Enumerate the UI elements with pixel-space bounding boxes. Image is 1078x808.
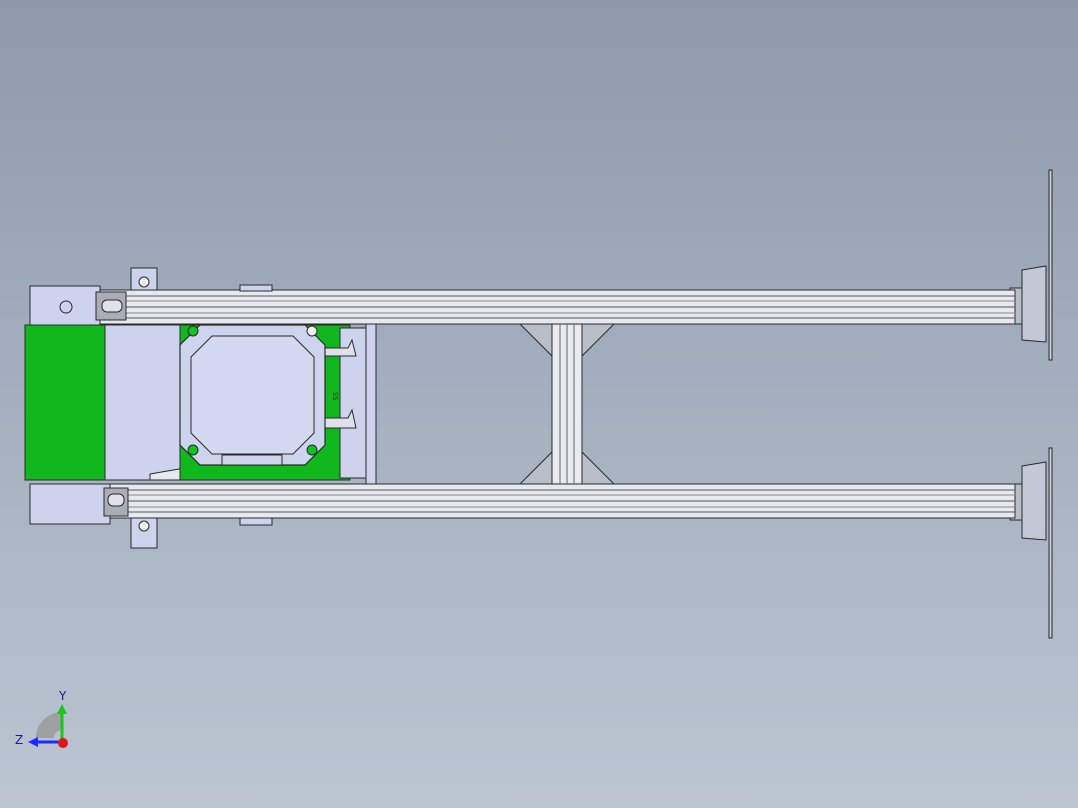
axis-triad[interactable]: Y Z <box>15 689 68 748</box>
motor-engraving: SS <box>331 392 339 400</box>
end-plate-bottom[interactable] <box>1009 447 1053 639</box>
x-axis-icon <box>58 738 68 748</box>
cad-viewport[interactable]: SS Y Z <box>0 0 1078 808</box>
motor-flange[interactable]: SS <box>179 324 339 466</box>
clamp-bottom[interactable] <box>130 517 273 549</box>
clamp-top[interactable] <box>130 267 273 292</box>
top-rail[interactable] <box>94 289 1016 325</box>
y-axis-label: Y <box>58 689 67 703</box>
cad-model-drawing[interactable]: SS Y Z <box>0 0 1078 808</box>
green-guard-plate[interactable] <box>24 324 186 481</box>
end-plate-top[interactable] <box>1009 169 1053 361</box>
z-axis-label: Z <box>15 733 23 747</box>
left-mount-block-top[interactable] <box>29 285 127 327</box>
bottom-rail[interactable] <box>94 483 1016 519</box>
cross-member[interactable] <box>518 323 616 485</box>
